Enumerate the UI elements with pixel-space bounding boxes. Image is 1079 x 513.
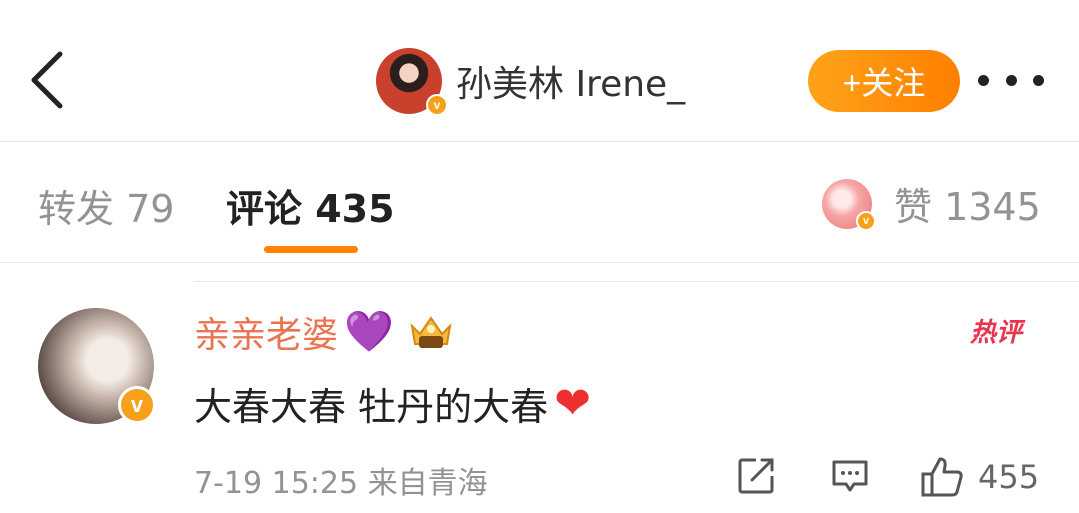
chevron-left-icon (31, 51, 63, 109)
more-dots-icon (1005, 74, 1017, 86)
like-button[interactable]: 455 (920, 456, 1039, 498)
thumbs-up-icon (921, 457, 963, 497)
red-heart-icon: ❤ (554, 377, 591, 429)
comment-icon (832, 460, 868, 492)
tabs-divider (0, 262, 1079, 263)
back-button[interactable] (22, 50, 74, 110)
likes-label: 赞 1345 (894, 185, 1041, 229)
avatar[interactable]: v (38, 308, 156, 424)
like-count: 455 (978, 458, 1040, 496)
crown-badge-icon (406, 312, 456, 352)
author-name[interactable]: 孙美林 Irene_ (456, 55, 685, 107)
verified-icon: v (118, 386, 156, 424)
more-dots-icon (978, 74, 989, 86)
follow-button[interactable]: +关注 (808, 50, 960, 112)
share-button[interactable] (736, 456, 776, 500)
avatar[interactable]: v (376, 48, 448, 116)
comment-meta: 7-19 15:25 来自青海 (194, 466, 488, 501)
verified-icon: v (856, 210, 876, 231)
post-header: v 孙美林 Irene_ +关注 (0, 0, 1079, 140)
verified-icon: v (426, 94, 448, 116)
tab-repost[interactable]: 转发 79 (38, 178, 174, 233)
hot-comment-badge: 热评 (970, 318, 1023, 348)
purple-heart-icon: 💜 (344, 309, 394, 355)
tab-comment[interactable]: 评论 435 (226, 178, 395, 233)
post-author[interactable]: v 孙美林 Irene_ (376, 48, 685, 116)
comment-body: 大春大春 牡丹的大春 ❤ (194, 376, 591, 431)
comment-text: 大春大春 牡丹的大春 (194, 385, 549, 429)
active-tab-indicator (264, 246, 358, 253)
more-button[interactable] (978, 64, 1044, 96)
liker-avatar: v (822, 178, 876, 231)
more-dots-icon (1033, 74, 1044, 86)
comment-top-divider (194, 281, 1079, 282)
share-icon (738, 458, 774, 494)
comment-header: 亲亲老婆 💜 (194, 306, 456, 358)
header-divider (0, 141, 1079, 142)
tab-likes[interactable]: v 赞 1345 (822, 176, 1041, 231)
comment-author-name[interactable]: 亲亲老婆 (194, 306, 338, 358)
reply-button[interactable] (830, 456, 870, 500)
